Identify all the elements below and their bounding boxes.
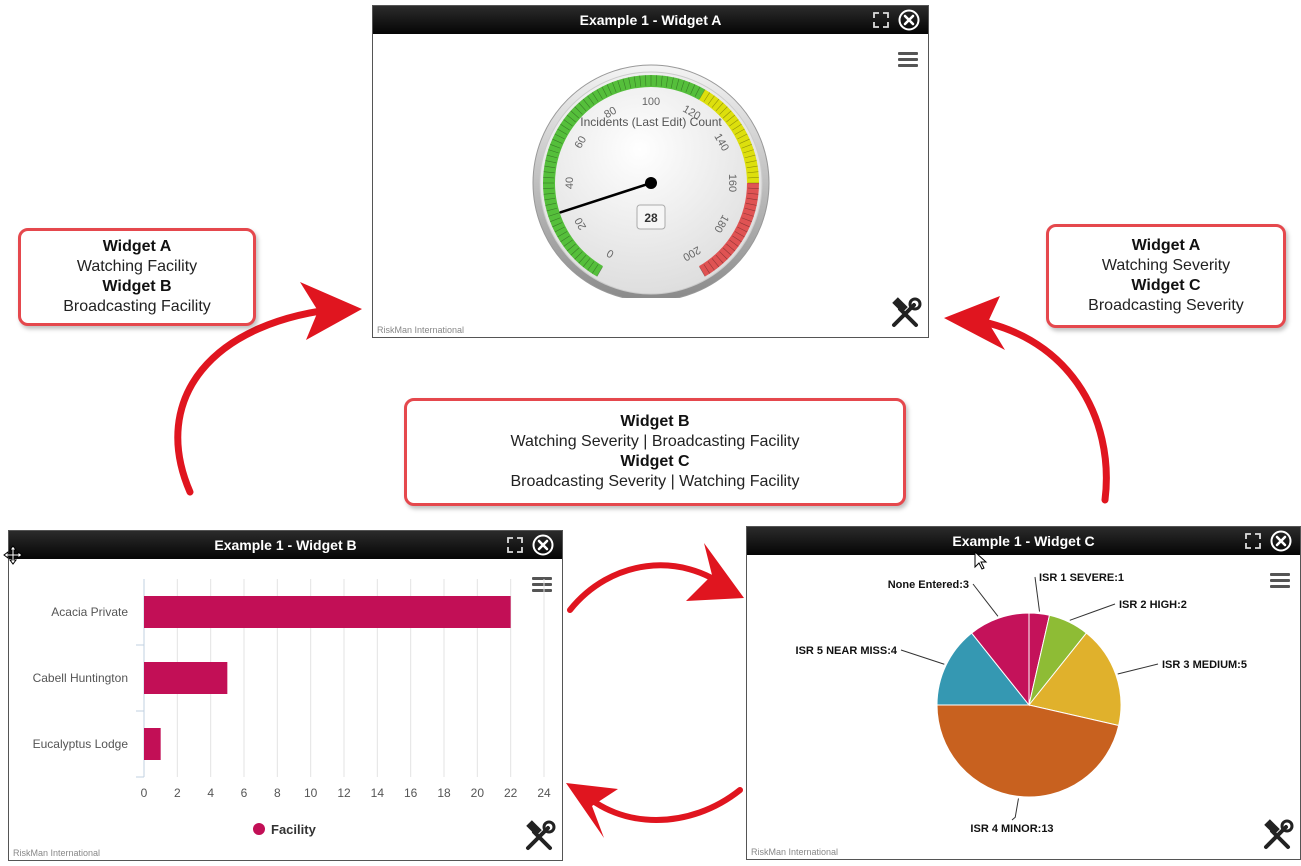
widget-a-titlebar[interactable]: Example 1 - Widget A bbox=[373, 6, 928, 34]
callout-left-line3: Widget B bbox=[102, 278, 172, 295]
x-tick-label: 22 bbox=[504, 786, 518, 800]
x-tick-label: 18 bbox=[437, 786, 451, 800]
gauge-tick-label: 40 bbox=[564, 177, 576, 189]
bar-2 bbox=[144, 728, 161, 760]
category-label: Cabell Huntington bbox=[33, 671, 128, 685]
widget-c-titlebar[interactable]: Example 1 - Widget C bbox=[747, 527, 1300, 555]
widget-b-title: Example 1 - Widget B bbox=[214, 537, 357, 553]
widget-a-title: Example 1 - Widget A bbox=[579, 12, 722, 28]
widget-c-pie-chart: ISR 1 SEVERE:1 ISR 2 HIGH:2 ISR 3 MEDIUM:5… bbox=[796, 572, 1247, 835]
callout-left-line1: Widget A bbox=[102, 238, 172, 255]
pie-label: ISR 5 NEAR MISS:4 bbox=[796, 645, 898, 657]
callout-right-line2: Watching Severity bbox=[1101, 257, 1231, 274]
x-tick-label: 0 bbox=[141, 786, 148, 800]
bar-0 bbox=[144, 596, 511, 628]
callout-middle-line1: Widget B bbox=[620, 413, 690, 430]
widget-c-footer: RiskMan International bbox=[751, 847, 839, 857]
tools-icon[interactable] bbox=[888, 297, 922, 331]
callout-left-line2: Watching Facility bbox=[76, 258, 198, 275]
legend-label[interactable]: Facility bbox=[271, 822, 317, 837]
category-label: Acacia Private bbox=[51, 605, 128, 619]
close-icon[interactable] bbox=[532, 534, 554, 556]
close-icon[interactable] bbox=[898, 9, 920, 31]
callout-middle-line2: Watching Severity | Broadcasting Facilit… bbox=[510, 433, 800, 450]
widget-b: Example 1 - Widget B Acacia Private Cabel… bbox=[3, 530, 563, 861]
arrow-c-to-a bbox=[956, 314, 1110, 504]
widget-c-title: Example 1 - Widget C bbox=[952, 533, 1095, 549]
widget-b-footer: RiskMan International bbox=[13, 848, 101, 858]
callout-right-line4: Broadcasting Severity bbox=[1088, 297, 1244, 314]
pie-label: ISR 4 MINOR:13 bbox=[970, 823, 1053, 835]
x-tick-label: 8 bbox=[274, 786, 281, 800]
x-tick-label: 14 bbox=[371, 786, 385, 800]
x-tick-label: 12 bbox=[337, 786, 351, 800]
callout-middle-line4: Broadcasting Severity | Watching Facilit… bbox=[510, 473, 800, 490]
pie-label: None Entered:3 bbox=[888, 579, 969, 591]
pie-connector bbox=[1117, 663, 1159, 675]
callout-right-line1: Widget A bbox=[1131, 237, 1201, 254]
maximize-icon[interactable] bbox=[506, 536, 524, 554]
arrow-b-to-a bbox=[174, 304, 349, 496]
gauge-label: Incidents (Last Edit) Count bbox=[580, 115, 722, 129]
pie-slice-3 bbox=[936, 704, 1120, 798]
pie-connector bbox=[1069, 603, 1116, 621]
bar-1 bbox=[144, 662, 228, 694]
x-tick-label: 6 bbox=[241, 786, 248, 800]
gauge-value-label: 28 bbox=[644, 211, 658, 225]
pie-label: ISR 1 SEVERE:1 bbox=[1039, 572, 1124, 584]
widget-a-menu-icon[interactable] bbox=[898, 52, 918, 68]
pie-label: ISR 3 MEDIUM:5 bbox=[1162, 659, 1247, 671]
pie-connector bbox=[900, 649, 945, 665]
x-tick-label: 16 bbox=[404, 786, 418, 800]
callout-middle: Widget B Watching Severity | Broadcastin… bbox=[404, 398, 906, 506]
pie-connector bbox=[972, 583, 999, 617]
gauge-tick-label: 160 bbox=[726, 174, 738, 192]
maximize-icon[interactable] bbox=[1244, 532, 1262, 550]
x-tick-label: 4 bbox=[207, 786, 214, 800]
maximize-icon[interactable] bbox=[872, 11, 890, 29]
widget-c: Example 1 - Widget C ISR 1 SEVERE:1 ISR 2… bbox=[746, 526, 1301, 860]
pie-connector bbox=[1011, 798, 1019, 821]
callout-middle-line3: Widget C bbox=[620, 453, 690, 470]
gauge-tick-label: 100 bbox=[642, 96, 660, 108]
category-label: Eucalyptus Lodge bbox=[33, 737, 129, 751]
widget-a-footer: RiskMan International bbox=[377, 325, 465, 335]
callout-right: Widget A Watching Severity Widget C Broa… bbox=[1046, 224, 1286, 328]
widget-a: Example 1 - Widget A 0 20 40 60 80 100 120 140 1… bbox=[372, 5, 929, 338]
x-tick-label: 2 bbox=[174, 786, 181, 800]
widget-b-bar-chart: Acacia Private Cabell Huntington Eucalyptu… bbox=[33, 579, 551, 837]
x-tick-label: 10 bbox=[304, 786, 318, 800]
callout-left-line4: Broadcasting Facility bbox=[63, 298, 211, 315]
x-tick-label: 24 bbox=[537, 786, 551, 800]
x-tick-label: 20 bbox=[471, 786, 485, 800]
widget-a-gauge: 020406080100120140160180200 Incidents (L… bbox=[532, 64, 770, 298]
pie-label: ISR 2 HIGH:2 bbox=[1119, 599, 1187, 611]
close-icon[interactable] bbox=[1270, 530, 1292, 552]
tools-icon[interactable] bbox=[522, 820, 556, 854]
callout-left: Widget A Watching Facility Widget B Broa… bbox=[18, 228, 256, 326]
legend-marker bbox=[253, 823, 265, 835]
widget-b-titlebar[interactable]: Example 1 - Widget B bbox=[9, 531, 562, 559]
callout-right-line3: Widget C bbox=[1131, 277, 1201, 294]
gauge-pivot bbox=[645, 177, 657, 189]
tools-icon[interactable] bbox=[1260, 819, 1294, 853]
